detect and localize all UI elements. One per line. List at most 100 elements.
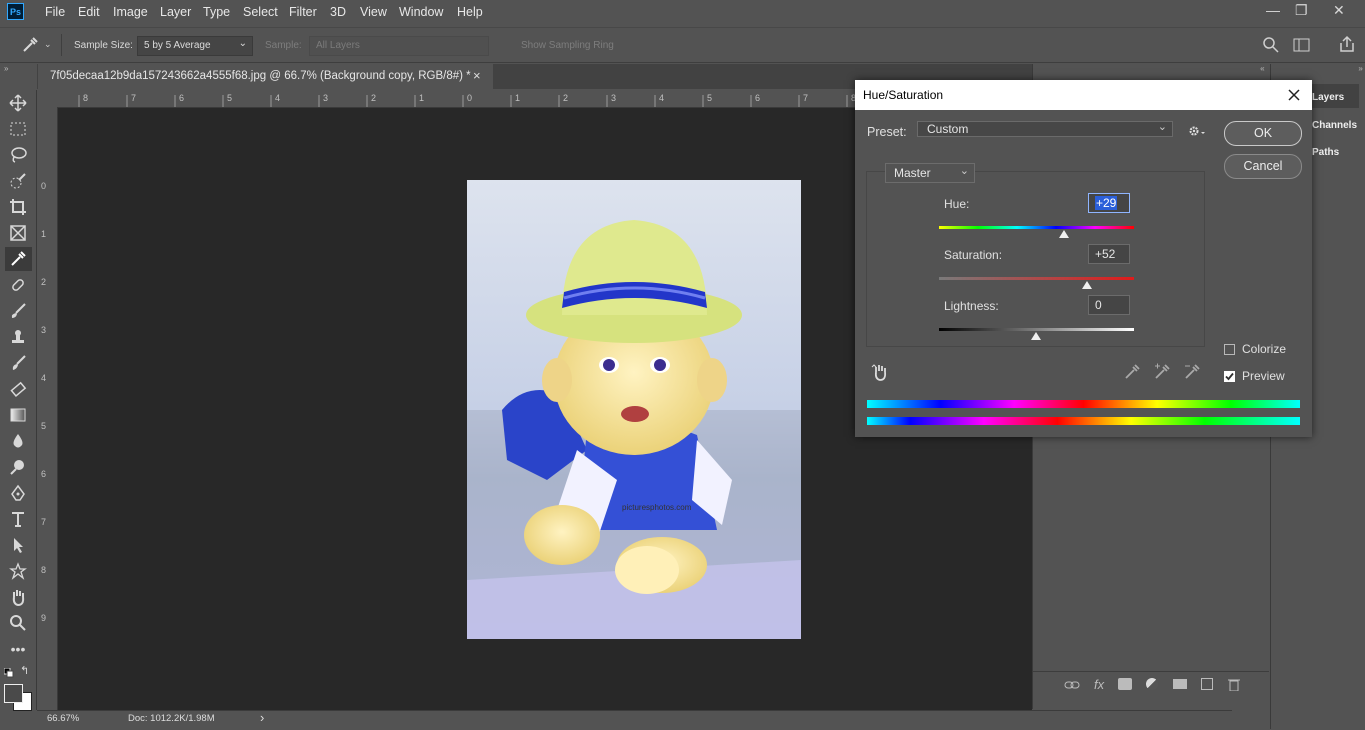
preview-checkbox[interactable] (1224, 371, 1235, 382)
ruler-top-label: 5 (227, 93, 233, 103)
preview-label[interactable]: Preview (1242, 369, 1285, 383)
menu-image[interactable]: Image (113, 5, 148, 19)
menu-window[interactable]: Window (399, 5, 443, 19)
marquee-tool-icon[interactable] (8, 119, 28, 139)
lasso-tool-icon[interactable] (8, 145, 28, 165)
toolbox-collapse-icon[interactable]: » (0, 64, 41, 73)
lightness-slider-track[interactable] (939, 328, 1134, 331)
menu-edit[interactable]: Edit (78, 5, 100, 19)
panel-tabs-collapse-icon[interactable]: » (1270, 64, 1365, 74)
frame-tool-icon[interactable] (8, 223, 28, 243)
path-selection-tool-icon[interactable] (8, 535, 28, 555)
channel-dropdown[interactable]: Master ⌄ (885, 163, 975, 183)
more-tools-icon[interactable]: ••• (8, 639, 28, 659)
adjustment-group-box (866, 171, 1205, 347)
eraser-tool-icon[interactable] (8, 379, 28, 399)
chevron-down-icon: ⌄ (959, 165, 969, 177)
blur-tool-icon[interactable] (8, 431, 28, 451)
options-divider (61, 34, 62, 56)
menu-file[interactable]: File (45, 5, 65, 19)
dialog-close-icon[interactable] (1287, 84, 1301, 107)
saturation-input[interactable]: +52 (1088, 244, 1130, 264)
on-image-adjust-hand-icon[interactable] (871, 363, 889, 381)
saturation-slider-thumb[interactable] (1082, 281, 1092, 289)
preset-value: Custom (927, 122, 969, 136)
show-sampling-ring-label[interactable]: Show Sampling Ring (521, 40, 614, 51)
hand-tool-icon[interactable] (8, 587, 28, 607)
menu-view[interactable]: View (360, 5, 387, 19)
lightness-slider-thumb[interactable] (1031, 332, 1041, 340)
layer-mask-icon[interactable] (1118, 678, 1132, 690)
foreground-color-swatch[interactable] (4, 684, 23, 703)
hue-slider-thumb[interactable] (1059, 230, 1069, 238)
restore-icon[interactable]: ❐ (1295, 2, 1308, 19)
image-watermark: picturesphotos.com (622, 503, 692, 512)
menu-type[interactable]: Type (203, 5, 230, 19)
group-folder-icon[interactable] (1173, 679, 1187, 689)
tab-close-icon[interactable]: × (473, 68, 481, 83)
zoom-level[interactable]: 66.67% (47, 713, 79, 724)
preset-options-gear-icon[interactable] (1188, 124, 1206, 138)
healing-brush-tool-icon[interactable] (8, 275, 28, 295)
gradient-tool-icon[interactable] (8, 405, 28, 425)
swap-colors-icon[interactable]: ↰ (20, 664, 29, 677)
eyedropper-icon[interactable] (1123, 363, 1141, 381)
sample-size-dropdown[interactable]: 5 by 5 Average ⌄ (137, 36, 253, 56)
add-to-sample-eyedropper-icon[interactable] (1153, 363, 1171, 381)
subtract-from-sample-eyedropper-icon[interactable] (1183, 363, 1201, 381)
menu-filter[interactable]: Filter (289, 5, 317, 19)
clone-stamp-tool-icon[interactable] (8, 327, 28, 347)
hue-input[interactable]: +29 (1088, 193, 1130, 213)
search-icon[interactable] (1262, 36, 1280, 54)
document-image[interactable]: picturesphotos.com (467, 180, 801, 639)
history-brush-tool-icon[interactable] (8, 353, 28, 373)
shape-tool-icon[interactable] (8, 561, 28, 581)
trash-icon[interactable] (1228, 678, 1240, 692)
quick-selection-tool-icon[interactable] (8, 171, 28, 191)
fx-icon[interactable]: fx (1094, 677, 1104, 692)
ok-button[interactable]: OK (1224, 121, 1302, 146)
panel-collapse-icon[interactable]: « (1032, 64, 1269, 74)
type-tool-icon[interactable] (8, 509, 28, 529)
saturation-slider-track[interactable] (939, 277, 1134, 280)
tab-channels[interactable]: Channels (1312, 120, 1357, 131)
minimize-icon[interactable]: — (1266, 2, 1280, 18)
eyedropper-tool-icon[interactable] (8, 249, 28, 269)
hue-slider-track[interactable] (939, 226, 1134, 229)
menu-layer[interactable]: Layer (160, 5, 191, 19)
dodge-tool-icon[interactable] (8, 457, 28, 477)
colorize-label[interactable]: Colorize (1242, 342, 1286, 356)
preset-dropdown[interactable]: Custom ⌄ (917, 121, 1173, 137)
sample-dropdown[interactable]: All Layers (309, 36, 489, 56)
status-arrow-icon[interactable]: › (260, 710, 264, 725)
channel-value: Master (894, 166, 931, 180)
share-icon[interactable] (1338, 35, 1356, 53)
move-tool-icon[interactable] (8, 93, 28, 113)
adjustment-layer-icon[interactable] (1146, 678, 1158, 690)
tab-layers-label: Layers (1312, 92, 1345, 103)
ruler-left-label: 8 (41, 565, 47, 575)
menu-select[interactable]: Select (243, 5, 278, 19)
hue-saturation-dialog: Hue/Saturation Preset: Custom ⌄ OK Cance… (855, 80, 1312, 437)
menu-help[interactable]: Help (457, 5, 483, 19)
zoom-tool-icon[interactable] (8, 613, 28, 633)
menu-3d[interactable]: 3D (330, 5, 346, 19)
ruler-top-label: 3 (323, 93, 329, 103)
brush-tool-icon[interactable] (8, 301, 28, 321)
cancel-button[interactable]: Cancel (1224, 154, 1302, 179)
colorize-checkbox[interactable] (1224, 344, 1235, 355)
new-layer-icon[interactable] (1201, 678, 1213, 690)
lightness-input[interactable]: 0 (1088, 295, 1130, 315)
pen-tool-icon[interactable] (8, 483, 28, 503)
close-icon[interactable]: ✕ (1333, 2, 1345, 19)
ruler-left-label: 7 (41, 517, 47, 527)
default-colors-icon[interactable] (3, 667, 14, 678)
crop-tool-icon[interactable] (8, 197, 28, 217)
ruler-top-label: 8 (83, 93, 89, 103)
chevron-down-icon[interactable]: ⌄ (44, 39, 52, 50)
workspace-icon[interactable] (1293, 37, 1311, 53)
eyedropper-tool-preset-icon[interactable] (20, 35, 40, 55)
link-layers-icon[interactable] (1064, 678, 1080, 692)
photoshop-logo-icon: Ps (7, 3, 24, 20)
tab-paths[interactable]: Paths (1312, 147, 1339, 158)
